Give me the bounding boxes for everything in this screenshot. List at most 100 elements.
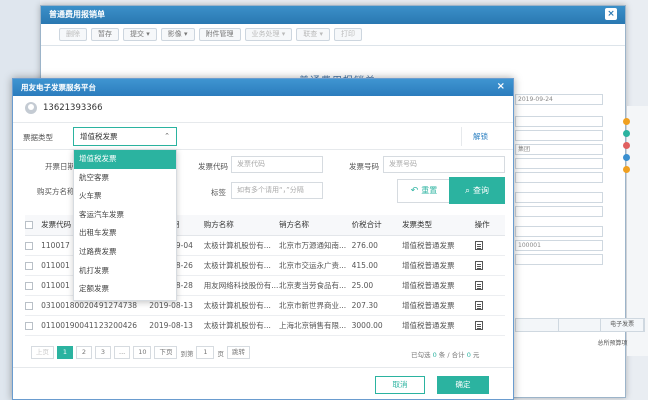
form-field[interactable] (515, 172, 603, 183)
dropdown-option[interactable]: 客运汽车发票 (74, 206, 176, 225)
row-checkbox[interactable] (25, 241, 33, 250)
column-header: 发票类型 (402, 215, 475, 236)
dropdown-option[interactable]: 火车票 (74, 187, 176, 206)
cell-code: 011001900411 (41, 315, 99, 336)
tag-input[interactable]: 如有多个请用“，”分隔 (231, 182, 323, 199)
query-button[interactable]: ⌕ 查询 (449, 177, 505, 204)
table-row[interactable]: 011001900411 23200426 2019-08-13 太极计算机股份有..… (25, 315, 505, 336)
form-field[interactable] (515, 192, 603, 203)
page-button[interactable]: 10 (133, 346, 152, 359)
toolbar-button[interactable]: 提交 ▾ (123, 28, 157, 41)
cell-type: 增值税普通发票 (402, 235, 475, 256)
row-checkbox-cell (25, 235, 42, 256)
selected-count: 0 (432, 351, 437, 359)
action-cell (474, 255, 505, 276)
row-checkbox[interactable] (25, 281, 33, 290)
close-icon[interactable]: × (497, 82, 505, 92)
dropdown-option[interactable]: 航空客票 (74, 169, 176, 188)
cell-type: 增值税普通发票 (402, 295, 475, 316)
row-checkbox[interactable] (25, 301, 33, 310)
undo-icon: ↶ (410, 186, 419, 196)
form-field[interactable] (515, 226, 603, 237)
date-field[interactable]: 2019-09-24 (515, 94, 603, 105)
confirm-button[interactable]: 确定 (437, 376, 489, 394)
action-cell (474, 235, 505, 256)
select-all-checkbox[interactable] (25, 221, 33, 230)
dropdown-option[interactable]: 增值税发票 (74, 150, 176, 169)
prev-page-button[interactable]: 上页 (31, 346, 54, 359)
view-detail-icon[interactable] (474, 260, 483, 270)
cell-seller: 北京市交运永广责... (279, 255, 352, 276)
tab[interactable]: 电子发票 (601, 319, 645, 331)
page-button[interactable]: 1 (57, 346, 73, 359)
invoice-code-input[interactable]: 发票代码 (231, 156, 323, 173)
bottom-tabs: 电子发票 (515, 318, 645, 332)
action-cell (474, 315, 505, 336)
close-icon[interactable]: × (605, 8, 617, 20)
cell-buyer: 太极计算机股份有... (203, 315, 280, 336)
view-detail-icon[interactable] (474, 240, 483, 250)
form-field[interactable] (515, 116, 603, 127)
row-checkbox[interactable] (25, 321, 33, 330)
selected-mid: 条 / 合计 (438, 351, 465, 359)
tab[interactable] (559, 319, 602, 331)
action-cell (474, 295, 505, 316)
expense-window-title: 普通费用报销单 (49, 10, 105, 19)
tag-label: 标签 (211, 188, 226, 197)
dropdown-option[interactable]: 出租车发票 (74, 224, 176, 243)
goto-page-input[interactable]: 1 (196, 346, 215, 359)
form-field[interactable]: 100001 (515, 240, 603, 251)
toolbar-button[interactable]: 附件管理 (198, 28, 241, 41)
unlock-button[interactable]: 解锁 (461, 127, 499, 146)
expense-window-titlebar: 普通费用报销单 × (41, 6, 625, 24)
cell-total: 415.00 (351, 255, 403, 276)
number-label: 发票号码 (349, 162, 379, 171)
row-checkbox[interactable] (25, 261, 33, 270)
status-dot (623, 166, 630, 173)
jump-button[interactable]: 跳转 (226, 346, 250, 359)
toolbar-button[interactable]: 暂存 (91, 28, 119, 41)
view-detail-icon[interactable] (474, 300, 483, 310)
reset-button[interactable]: ↶ 重置 (397, 179, 451, 203)
dropdown-option[interactable]: 定额发票 (74, 280, 176, 299)
query-label: 查询 (473, 186, 490, 195)
form-field[interactable] (515, 158, 603, 169)
toolbar-button[interactable]: 业务处理 ▾ (244, 28, 293, 41)
column-header: 操作 (474, 215, 505, 236)
next-page-button[interactable]: 下页 (154, 346, 178, 359)
page-button[interactable]: ... (114, 346, 131, 359)
page-button[interactable]: 3 (95, 346, 111, 359)
toolbar-button[interactable]: 打印 (334, 28, 362, 41)
toolbar-button[interactable]: 删除 (59, 28, 87, 41)
view-detail-icon[interactable] (474, 280, 483, 290)
cell-type: 增值税普通发票 (402, 315, 475, 336)
dropdown-option[interactable]: 过路费发票 (74, 243, 176, 262)
dialog-titlebar: 用友电子发票服务平台 × (13, 79, 513, 96)
cancel-button[interactable]: 取消 (375, 376, 425, 394)
dropdown-option[interactable]: 机打发票 (74, 262, 176, 281)
toolbar-button[interactable]: 影像 ▾ (160, 28, 195, 41)
toolbar-button[interactable]: 联查 ▾ (296, 28, 330, 41)
ticket-type-dropdown: 增值税发票 航空客票 火车票 客运汽车发票 出租车发票 过路费发票 机打发票 定额发票 (73, 149, 177, 301)
selected-prefix: 已勾选 (411, 351, 431, 359)
cell-total: 207.30 (351, 295, 403, 316)
view-detail-icon[interactable] (474, 320, 483, 330)
cell-total: 276.00 (351, 235, 403, 256)
form-field[interactable]: 集团 (515, 144, 603, 155)
ticket-type-select[interactable]: 增值税发票 ⌃ (73, 127, 177, 146)
form-field[interactable] (515, 254, 603, 265)
code-label: 发票代码 (198, 162, 228, 171)
selection-summary: 已勾选 0 条 / 合计 0 元 (411, 349, 479, 359)
form-field[interactable] (515, 130, 603, 141)
bottom-sub-labels: 总所预算项 (515, 338, 645, 347)
cell-date: 2019-08-13 (149, 315, 204, 336)
invoice-number-input[interactable]: 发票号码 (383, 156, 505, 173)
user-row: 13621393366 (13, 96, 513, 120)
selected-suffix: 元 (472, 351, 480, 359)
page-button[interactable]: 2 (76, 346, 92, 359)
goto-label: 到第 (180, 349, 194, 358)
column-header: 销方名称 (279, 215, 352, 236)
cell-number: 23200426 (98, 315, 150, 336)
tab[interactable] (516, 319, 559, 331)
form-field[interactable] (515, 206, 603, 217)
